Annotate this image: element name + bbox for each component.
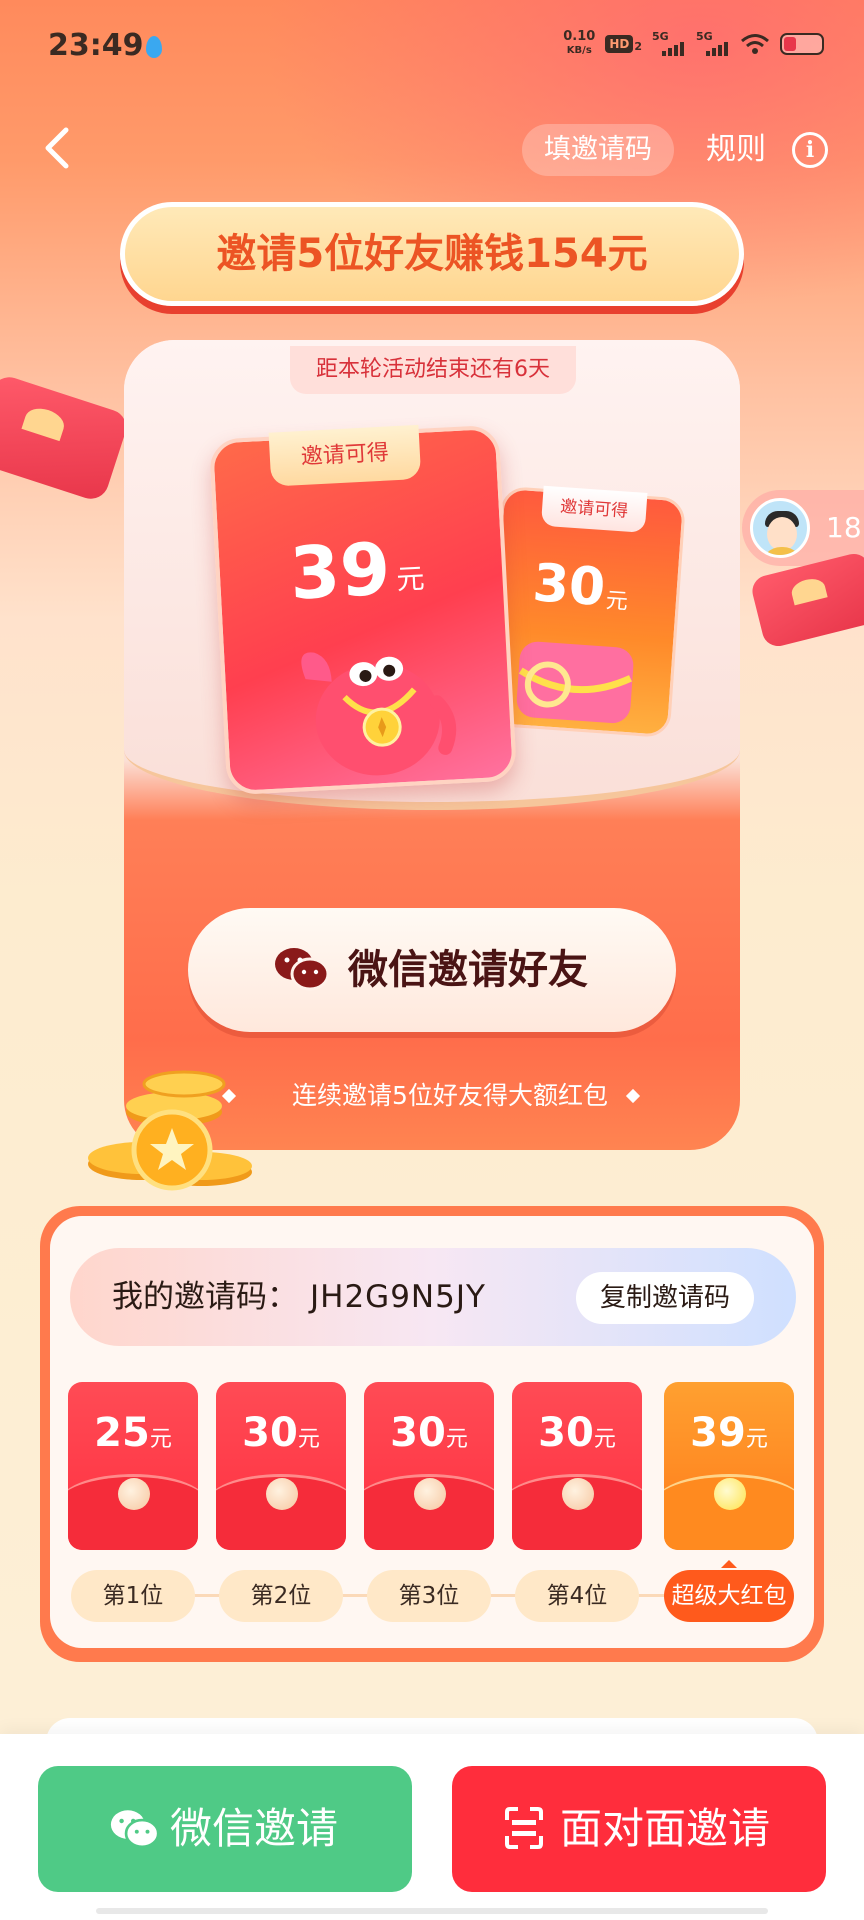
red-envelope-3: 30元	[364, 1382, 494, 1550]
face-to-face-invite-button[interactable]: 面对面邀请	[452, 1766, 826, 1892]
reward-tag: 邀请可得	[268, 424, 422, 487]
info-icon[interactable]: i	[792, 132, 828, 168]
wechat-invite-button[interactable]: 微信邀请	[38, 1766, 412, 1892]
signal-icon: 5G	[652, 30, 686, 58]
status-icons: 0.10 KB/s HD 2 5G 5G	[563, 30, 824, 58]
reward-amount: 30	[530, 553, 608, 619]
envelope-amount: 30元	[390, 1410, 468, 1456]
ring-envelope-icon	[516, 641, 634, 724]
hd-badge: HD	[605, 35, 634, 53]
super-envelope-label: 超级大红包	[664, 1560, 794, 1622]
position-label-3: 第3位	[367, 1570, 491, 1622]
home-indicator[interactable]	[96, 1908, 768, 1914]
reward-unit: 元	[395, 561, 426, 597]
network-speed: 0.10 KB/s	[563, 30, 595, 58]
wechat-invite-friends-label: 微信邀请好友	[348, 947, 588, 993]
activity-countdown: 距本轮活动结束还有6天	[290, 346, 576, 394]
position-label-2: 第2位	[219, 1570, 343, 1622]
super-red-envelope: 39元	[664, 1382, 794, 1550]
red-envelope-1: 25元	[68, 1382, 198, 1550]
red-envelope-4: 30元	[512, 1382, 642, 1550]
envelope-amount: 30元	[242, 1410, 320, 1456]
wechat-invite-friends-button[interactable]: 微信邀请好友	[188, 908, 676, 1032]
gold-coins-icon	[88, 1070, 252, 1191]
streak-reward-text: 连续邀请5位好友得大额红包	[292, 1081, 608, 1110]
rules-link[interactable]: 规则	[706, 128, 766, 172]
invite-code-value: JH2G9N5JY	[310, 1279, 486, 1315]
face-to-face-invite-label: 面对面邀请	[560, 1804, 771, 1853]
position-label-1: 第1位	[71, 1570, 195, 1622]
reward-unit: 元	[604, 588, 629, 615]
envelope-progress-row: 25元 30元 30元 30元 39元 第1位 第2位 第3位 第4位 超级大红…	[68, 1382, 798, 1622]
reward-card-next: 邀请可得 30 元	[485, 485, 687, 739]
net-speed-value: 0.10	[563, 29, 596, 44]
water-drop-icon	[146, 36, 162, 58]
signal-icon-2: 5G	[696, 30, 730, 58]
status-time: 23:49	[48, 28, 144, 63]
envelope-amount: 25元	[94, 1410, 172, 1456]
invite-code-label: 我的邀请码：	[112, 1279, 298, 1315]
reward-card-main: 邀请可得 39 元	[208, 424, 518, 796]
reward-tag: 邀请可得	[540, 485, 648, 533]
envelope-amount: 30元	[538, 1410, 616, 1456]
red-envelope-2: 30元	[216, 1382, 346, 1550]
battery-icon	[780, 33, 824, 55]
headline-banner: 邀请5位好友赚钱154元	[120, 202, 744, 306]
avatar	[750, 498, 810, 558]
copy-invite-code-button[interactable]: 复制邀请码	[576, 1272, 754, 1324]
hd-icon: HD 2	[605, 35, 642, 53]
position-label-4: 第4位	[515, 1570, 639, 1622]
status-bar: 23:49 0.10 KB/s HD 2 5G 5G	[0, 0, 864, 96]
net-speed-unit: KB/s	[566, 45, 592, 56]
hd-sub: 2	[634, 40, 642, 53]
back-arrow-icon[interactable]	[38, 124, 78, 172]
wechat-icon	[275, 948, 330, 991]
fill-invite-code-button[interactable]: 填邀请码	[522, 124, 674, 176]
wechat-invite-label: 微信邀请	[170, 1804, 339, 1853]
red-envelope-mascot-icon	[301, 652, 457, 776]
reward-amount: 39	[287, 526, 393, 616]
wifi-icon	[741, 34, 769, 54]
envelope-amount: 39元	[690, 1410, 768, 1456]
wechat-icon	[110, 1810, 160, 1849]
scan-icon	[505, 1807, 543, 1849]
